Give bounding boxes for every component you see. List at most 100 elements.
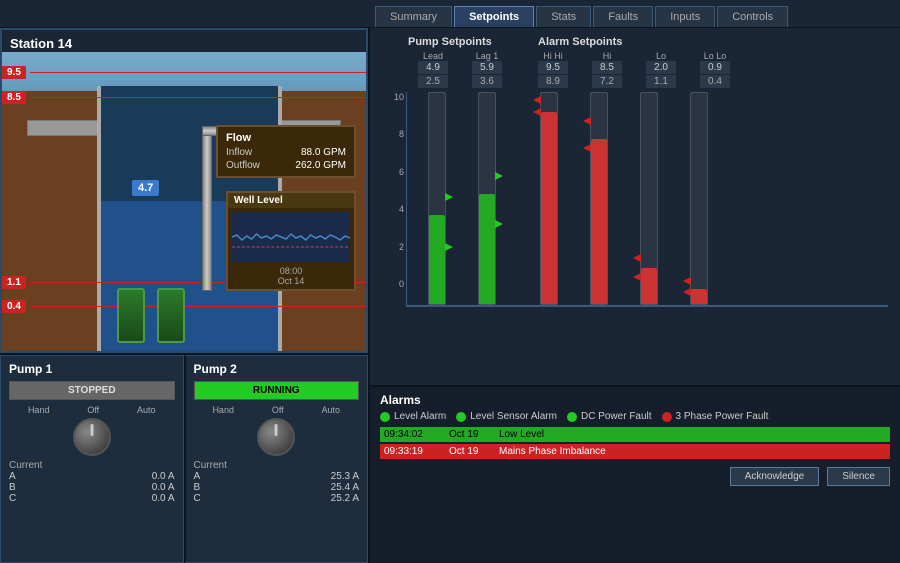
pump1-card: Pump 1 STOPPED Hand Off Auto Current A0.… (0, 355, 184, 563)
hihi-top-val: 9.5 (538, 61, 568, 74)
legend-sensor-alarm: Level Sensor Alarm (456, 411, 557, 422)
tab-setpoints[interactable]: Setpoints (454, 6, 534, 27)
pump2-knob[interactable] (257, 418, 295, 456)
lag1-bar-track (478, 92, 496, 305)
lo-bar-fill (641, 268, 657, 304)
well-level-title: Well Level (228, 193, 354, 208)
legend-3phase-dot (662, 412, 672, 422)
hi-top-marker (583, 117, 591, 125)
sp-col-headers: Lead 4.9 2.5 Lag 1 5.9 3.6 Hi Hi 9.5 8 (408, 51, 888, 88)
inflow-value: 88.0 GPM (301, 147, 346, 158)
pump2-card: Pump 2 RUNNING Hand Off Auto Current A25… (184, 355, 369, 563)
alarm-row-1: 09:33:19 Oct 19 Mains Phase Imbalance (380, 444, 890, 459)
alarm-0-msg: Low Level (499, 429, 886, 440)
legend-dc-fault: DC Power Fault (567, 411, 652, 422)
level-1-1-label: 1.1 (2, 276, 26, 289)
hihi-top-marker (533, 96, 541, 104)
chart-bars (406, 92, 888, 307)
lo-top-val: 2.0 (646, 61, 676, 74)
lag1-top-val: 5.9 (472, 61, 502, 74)
alarm-1-time: 09:33:19 (384, 446, 449, 457)
alarm-setpoints-title: Alarm Setpoints (538, 36, 622, 48)
flow-title: Flow (226, 132, 346, 144)
alarm-1-date: Oct 19 (449, 446, 499, 457)
lag1-bot-marker (495, 220, 503, 228)
tab-stats[interactable]: Stats (536, 6, 591, 27)
pump1-phase-b: B0.0 A (9, 482, 175, 493)
lo-bar-track (640, 92, 658, 305)
hihi-label: Hi Hi (543, 51, 563, 61)
tab-inputs[interactable]: Inputs (655, 6, 715, 27)
hi-bar-col (579, 92, 619, 305)
hi-top-val: 8.5 (592, 61, 622, 74)
lolo-bot-marker (683, 288, 691, 296)
pump1-current-label: Current (9, 460, 175, 471)
pump2-current-label: Current (194, 460, 360, 471)
lo-label: Lo (656, 51, 666, 61)
level-8-5-label: 8.5 (2, 91, 26, 104)
main-area: Station 14 9.5 8.5 (0, 28, 900, 563)
y-tick-10: 10 (382, 92, 404, 102)
well-date: Oct 14 (228, 276, 354, 286)
acknowledge-button[interactable]: Acknowledge (730, 467, 819, 486)
tab-controls[interactable]: Controls (717, 6, 788, 27)
pump2-phase-c: C25.2 A (194, 493, 360, 504)
lolo-label: Lo Lo (704, 51, 727, 61)
app-container: Summary Setpoints Stats Faults Inputs Co… (0, 0, 900, 563)
lag1-label: Lag 1 (476, 51, 499, 61)
lag1-top-marker (495, 172, 503, 180)
pump1-knob[interactable] (73, 418, 111, 456)
sp-headers: Pump Setpoints Alarm Setpoints (408, 36, 888, 48)
pump2-phase-b: B25.4 A (194, 482, 360, 493)
level-8-5-indicator: 8.5 (2, 91, 366, 104)
y-axis: 0 2 4 6 8 10 (382, 92, 404, 289)
setpoints-area: Pump Setpoints Alarm Setpoints Lead 4.9 … (370, 28, 900, 385)
lo-bot-marker (633, 273, 641, 281)
hi-bar-fill (591, 139, 607, 304)
hi-label: Hi (603, 51, 612, 61)
flow-info-box: Flow Inflow 88.0 GPM Outflow 262.0 GPM (216, 125, 356, 178)
alarm-footer: Acknowledge Silence (380, 467, 890, 486)
pump2-controls: Hand Off Auto (194, 405, 360, 415)
hi-bot-val: 7.2 (592, 75, 622, 88)
top-nav: Summary Setpoints Stats Faults Inputs Co… (0, 0, 900, 28)
pump1-phase-c: C0.0 A (9, 493, 175, 504)
y-tick-0: 0 (382, 279, 404, 289)
lead-top-marker (445, 193, 453, 201)
lead-bar-fill (429, 215, 445, 304)
level-0-4-label: 0.4 (2, 300, 26, 313)
lo-bar-col (629, 92, 669, 305)
y-tick-4: 4 (382, 204, 404, 214)
alarm-row-0: 09:34:02 Oct 19 Low Level (380, 427, 890, 442)
pump1-phase-a: A0.0 A (9, 471, 175, 482)
hi-bar-track (590, 92, 608, 305)
outflow-label: Outflow (226, 160, 260, 171)
lolo-bar-fill (691, 289, 707, 304)
legend-level-alarm-dot (380, 412, 390, 422)
lolo-top-val: 0.9 (700, 61, 730, 74)
alarm-section: Alarms Level Alarm Level Sensor Alarm DC… (370, 385, 900, 563)
alarm-legend: Level Alarm Level Sensor Alarm DC Power … (380, 411, 890, 422)
left-panel: Station 14 9.5 8.5 (0, 28, 370, 563)
lag1-bar-col (467, 92, 507, 305)
well-time: 08:00 (228, 266, 354, 276)
silence-button[interactable]: Silence (827, 467, 890, 486)
pump2-status: RUNNING (194, 381, 360, 400)
lo-top-marker (633, 254, 641, 262)
y-tick-6: 6 (382, 167, 404, 177)
outflow-value: 262.0 GPM (295, 160, 346, 171)
pump2-visual (157, 288, 185, 343)
level-9-5-label: 9.5 (2, 66, 26, 79)
hihi-bot-val: 8.9 (538, 75, 568, 88)
legend-3phase-fault: 3 Phase Power Fault (662, 411, 769, 422)
hihi-bar-track (540, 92, 558, 305)
tab-faults[interactable]: Faults (593, 6, 653, 27)
alarm-1-msg: Mains Phase Imbalance (499, 446, 886, 457)
tab-summary[interactable]: Summary (375, 6, 452, 27)
lolo-top-marker (683, 277, 691, 285)
pump-setpoints-title: Pump Setpoints (408, 36, 518, 48)
hihi-bar-fill (541, 112, 557, 304)
pump1-controls: Hand Off Auto (9, 405, 175, 415)
pump1-title: Pump 1 (9, 362, 175, 376)
pump2-title: Pump 2 (194, 362, 360, 376)
